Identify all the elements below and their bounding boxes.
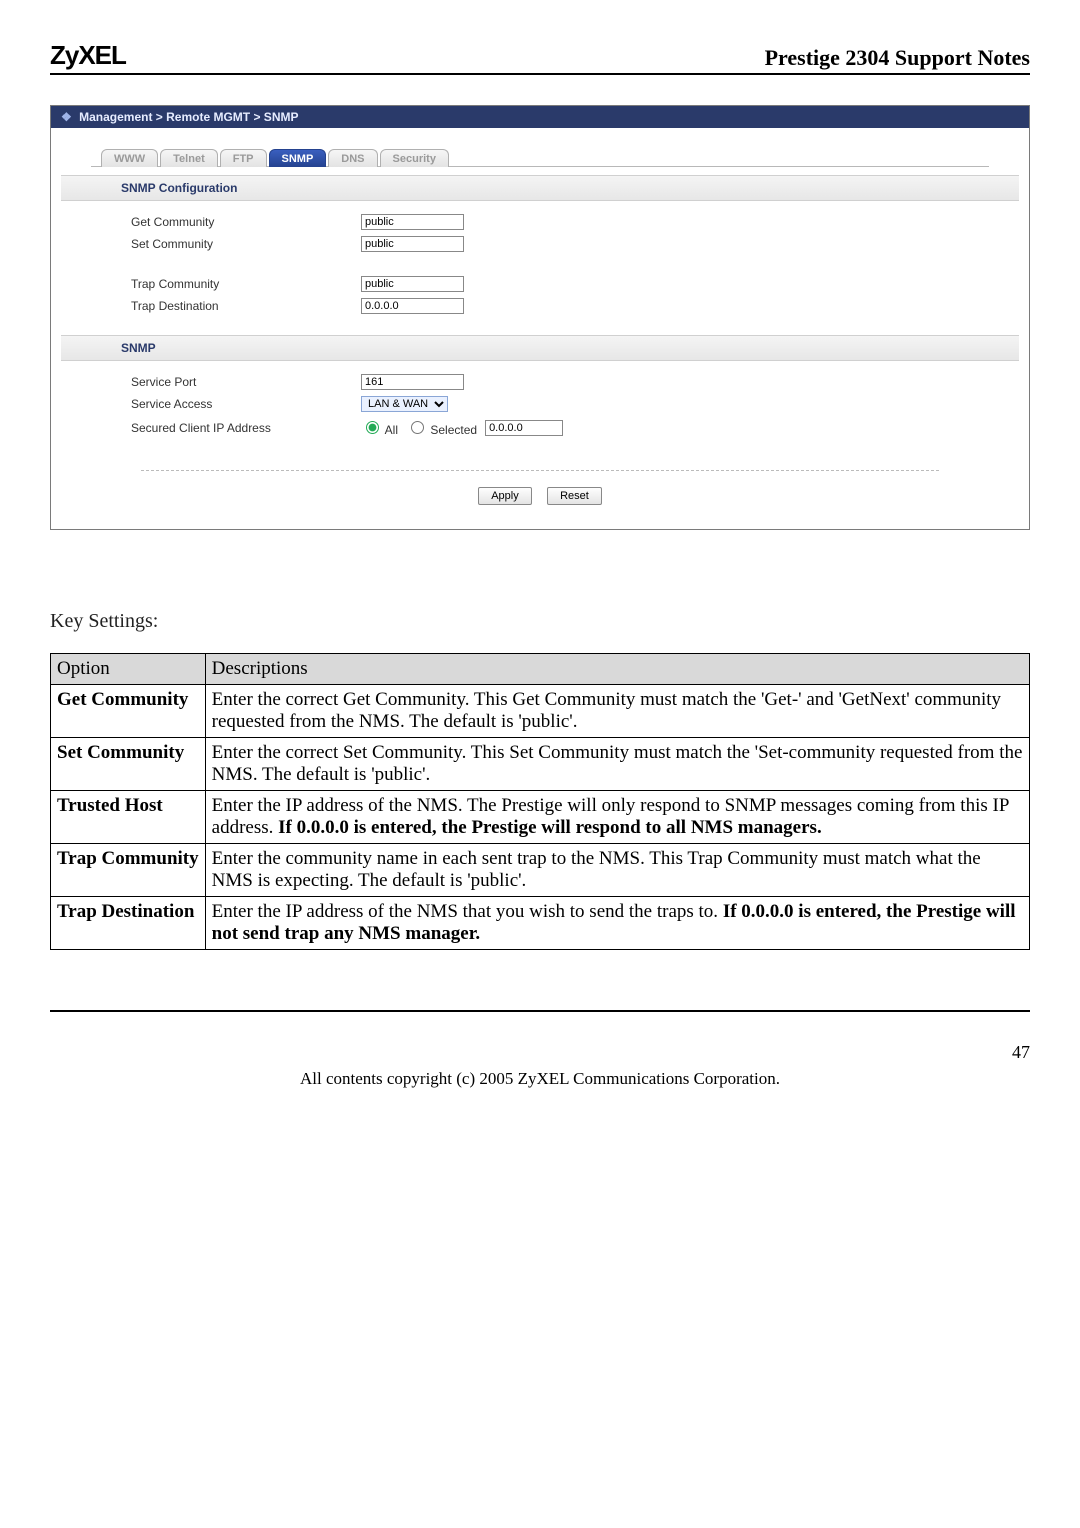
tab-telnet[interactable]: Telnet <box>160 149 218 167</box>
table-row: Set Community Enter the correct Set Comm… <box>51 738 1030 791</box>
secured-ip-label: Secured Client IP Address <box>131 421 361 435</box>
secured-ip-input[interactable] <box>485 420 563 436</box>
section-snmp-configuration: SNMP Configuration <box>61 175 1019 201</box>
tab-snmp[interactable]: SNMP <box>269 149 327 167</box>
radio-all[interactable] <box>366 421 379 434</box>
opt-set-community: Set Community <box>51 738 206 791</box>
tab-ftp[interactable]: FTP <box>220 149 267 167</box>
service-access-select[interactable]: LAN & WAN <box>361 396 448 412</box>
copyright: All contents copyright (c) 2005 ZyXEL Co… <box>50 1069 1030 1089</box>
radio-all-text: All <box>385 423 398 437</box>
service-port-input[interactable] <box>361 374 464 390</box>
key-settings-table: Option Descriptions Get Community Enter … <box>50 653 1030 950</box>
opt-trap-community: Trap Community <box>51 844 206 897</box>
desc-set-community: Enter the correct Set Community. This Se… <box>205 738 1029 791</box>
table-row: Trap Community Enter the community name … <box>51 844 1030 897</box>
table-row: Trusted Host Enter the IP address of the… <box>51 791 1030 844</box>
opt-trusted-host: Trusted Host <box>51 791 206 844</box>
get-community-input[interactable] <box>361 214 464 230</box>
reset-button[interactable]: Reset <box>547 487 602 505</box>
set-community-input[interactable] <box>361 236 464 252</box>
set-community-label: Set Community <box>131 237 361 251</box>
col-descriptions: Descriptions <box>205 654 1029 685</box>
trap-community-input[interactable] <box>361 276 464 292</box>
tab-bar: WWW Telnet FTP SNMP DNS Security <box>91 148 989 167</box>
router-config-screenshot: ❖ Management > Remote MGMT > SNMP WWW Te… <box>50 105 1030 530</box>
table-row: Get Community Enter the correct Get Comm… <box>51 685 1030 738</box>
tab-www[interactable]: WWW <box>101 149 158 167</box>
page-number: 47 <box>50 1042 1030 1063</box>
col-option: Option <box>51 654 206 685</box>
trap-destination-label: Trap Destination <box>131 299 361 313</box>
get-community-label: Get Community <box>131 215 361 229</box>
logo: ZyXEL <box>50 40 126 71</box>
breadcrumb-text: Management > Remote MGMT > SNMP <box>79 110 298 124</box>
desc-trusted-host: Enter the IP address of the NMS. The Pre… <box>205 791 1029 844</box>
desc-trap-destination: Enter the IP address of the NMS that you… <box>205 897 1029 950</box>
breadcrumb: ❖ Management > Remote MGMT > SNMP <box>51 106 1029 128</box>
desc-trap-destination-pre: Enter the IP address of the NMS that you… <box>212 901 723 922</box>
trap-community-label: Trap Community <box>131 277 361 291</box>
desc-trap-community: Enter the community name in each sent tr… <box>205 844 1029 897</box>
service-access-label: Service Access <box>131 397 361 411</box>
radio-selected-label[interactable]: Selected <box>406 418 477 437</box>
desc-trusted-host-bold: If 0.0.0.0 is entered, the Prestige will… <box>278 817 822 838</box>
opt-trap-destination: Trap Destination <box>51 897 206 950</box>
radio-selected-text: Selected <box>430 423 477 437</box>
opt-get-community: Get Community <box>51 685 206 738</box>
trap-destination-input[interactable] <box>361 298 464 314</box>
doc-title: Prestige 2304 Support Notes <box>765 45 1030 71</box>
section-snmp: SNMP <box>61 335 1019 361</box>
service-port-label: Service Port <box>131 375 361 389</box>
apply-button[interactable]: Apply <box>478 487 532 505</box>
key-settings-heading: Key Settings: <box>50 610 1030 633</box>
radio-all-label[interactable]: All <box>361 418 398 437</box>
desc-get-community: Enter the correct Get Community. This Ge… <box>205 685 1029 738</box>
diamond-icon: ❖ <box>61 110 72 124</box>
table-row: Trap Destination Enter the IP address of… <box>51 897 1030 950</box>
radio-selected[interactable] <box>411 421 424 434</box>
tab-dns[interactable]: DNS <box>328 149 377 167</box>
tab-security[interactable]: Security <box>380 149 449 167</box>
